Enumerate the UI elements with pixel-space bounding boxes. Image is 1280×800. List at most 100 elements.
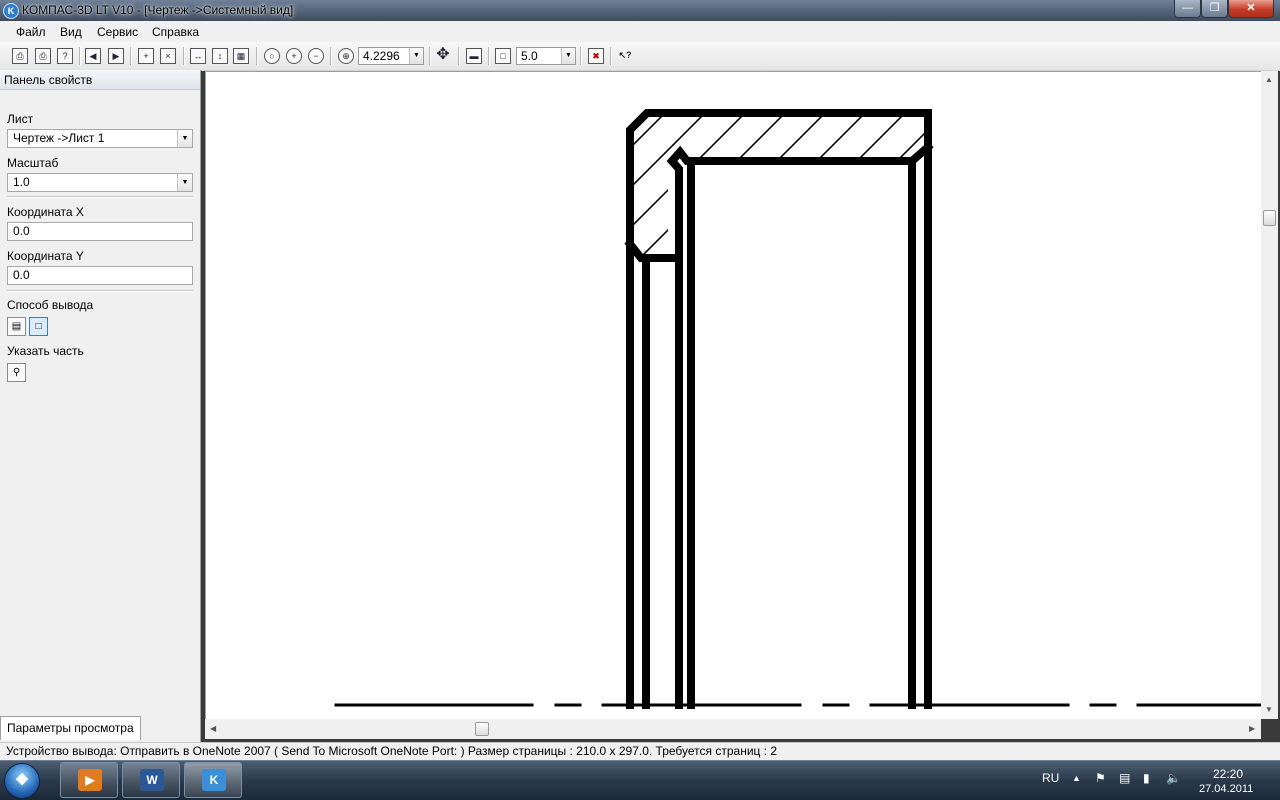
sheet-select[interactable]: Чертеж ->Лист 1 ▼ (7, 129, 193, 148)
toolbar-separator (256, 47, 258, 65)
minimize-button[interactable]: — (1174, 0, 1201, 18)
taskbar-kompas[interactable]: K (184, 762, 242, 798)
zoom-fit-icon[interactable]: ○ (264, 48, 280, 64)
scale-label: Масштаб (7, 156, 59, 170)
toolbar-separator (610, 47, 612, 65)
vertical-scrollbar[interactable]: ▲ ▼ (1261, 71, 1278, 719)
coord-y-value: 0.0 (13, 268, 30, 282)
select-part-label: Указать часть (7, 344, 84, 358)
status-bar: Устройство вывода: Отправить в OneNote 2… (0, 742, 1280, 760)
tab-view-parameters[interactable]: Параметры просмотра (0, 716, 141, 740)
toolbar: ⎙ ⎙ ? ◀ ▶ + × ↔ ↕ ▦ ○ + − ⊕ 4.2296 ▼ ✥ ▬… (0, 42, 1280, 71)
sheet-prev-icon[interactable]: ◀ (85, 48, 101, 64)
kompas-icon: K (202, 769, 226, 791)
drawing-canvas[interactable] (205, 71, 1261, 719)
taskbar-word[interactable]: W (122, 762, 180, 798)
sheet-next-icon[interactable]: ▶ (108, 48, 124, 64)
pan-icon[interactable]: ✥ (435, 47, 451, 64)
drawing-svg (334, 109, 1261, 709)
shoulder-edge (624, 238, 683, 262)
close-button[interactable]: ✕ (1228, 0, 1274, 18)
select-part-icon[interactable]: ⚲ (7, 363, 26, 382)
copy-sheet-icon[interactable]: + (138, 48, 154, 64)
show-hidden-icons-icon[interactable]: ▲ (1072, 773, 1081, 783)
step-combo[interactable]: 5.0 ▼ (516, 47, 576, 65)
scroll-left-icon[interactable]: ◀ (210, 724, 216, 733)
help-page-icon[interactable]: ? (57, 48, 73, 64)
maximize-button[interactable]: ❐ (1201, 0, 1228, 18)
print-preview-icon[interactable]: ⎙ (35, 48, 51, 64)
window-title: КОМПАС-3D LT V10 - [Чертеж ->Системный в… (22, 3, 294, 17)
zoom-out-icon[interactable]: − (308, 48, 324, 64)
menu-service[interactable]: Сервис (97, 25, 138, 39)
toolbar-separator (183, 47, 185, 65)
clock-date[interactable]: 27.04.2011 (1199, 783, 1253, 795)
power-icon[interactable]: ▮ (1143, 771, 1150, 785)
scroll-down-icon[interactable]: ▼ (1265, 705, 1273, 714)
horizontal-scroll-thumb[interactable] (475, 722, 489, 736)
print-icon[interactable]: ⎙ (12, 48, 28, 64)
fit-page-icon[interactable]: ▦ (233, 48, 249, 64)
chevron-down-icon[interactable]: ▼ (177, 174, 192, 191)
menu-file[interactable]: Файл (16, 25, 46, 39)
outer-contour (626, 109, 932, 709)
menu-help[interactable]: Справка (152, 25, 199, 39)
coord-x-label: Координата X (7, 205, 84, 219)
coord-x-input[interactable]: 0.0 (7, 222, 193, 241)
toolbar-separator (429, 47, 431, 65)
toolbar-separator (580, 47, 582, 65)
toolbar-separator (79, 47, 81, 65)
horizontal-scrollbar[interactable]: ◀ ▶ (205, 719, 1261, 739)
divider (7, 290, 193, 292)
coord-y-label: Координата Y (7, 249, 84, 263)
view-icon[interactable]: ▬ (466, 48, 482, 64)
panel-header: Панель свойств (0, 70, 200, 90)
fit-width-icon[interactable]: ↔ (190, 48, 206, 64)
menu-view[interactable]: Вид (60, 25, 82, 39)
chevron-down-icon[interactable]: ▼ (561, 48, 575, 64)
zoom-value: 4.2296 (363, 49, 400, 63)
scroll-right-icon[interactable]: ▶ (1249, 724, 1255, 733)
action-center-flag-icon[interactable]: ⚑ (1095, 771, 1106, 785)
zoom-combo[interactable]: 4.2296 ▼ (358, 47, 424, 65)
hatch-pattern (633, 117, 926, 261)
taskbar-media-player[interactable]: ▶ (60, 762, 118, 798)
toolbar-separator (330, 47, 332, 65)
toolbar-separator (488, 47, 490, 65)
app-icon: K (3, 3, 19, 19)
step-value: 5.0 (521, 49, 538, 63)
vertical-scroll-thumb[interactable] (1263, 210, 1276, 226)
scroll-up-icon[interactable]: ▲ (1265, 75, 1273, 84)
output-fit-page-icon[interactable]: ▤ (7, 317, 26, 336)
coord-y-input[interactable]: 0.0 (7, 266, 193, 285)
chevron-down-icon[interactable]: ▼ (177, 130, 192, 147)
clock-time[interactable]: 22:20 (1213, 767, 1243, 781)
fit-height-icon[interactable]: ↕ (212, 48, 228, 64)
chevron-down-icon[interactable]: ▼ (409, 48, 423, 64)
network-icon[interactable]: ▤ (1119, 771, 1130, 785)
properties-panel: Панель свойств Лист Чертеж ->Лист 1 ▼ Ма… (0, 70, 201, 742)
start-button[interactable]: ❖ (4, 763, 40, 799)
output-actual-size-icon[interactable]: □ (29, 317, 48, 336)
language-indicator[interactable]: RU (1042, 771, 1059, 785)
taskbar: ❖ ▶ W K RU ▲ ⚑ ▤ ▮ 🔈 22:20 27.04.2011 (0, 760, 1280, 800)
divider (7, 196, 193, 198)
close-preview-icon[interactable]: ✖ (588, 48, 604, 64)
delete-sheet-icon[interactable]: × (160, 48, 176, 64)
output-mode-label: Способ вывода (7, 298, 94, 312)
zoom-window-icon[interactable]: ⊕ (338, 48, 354, 64)
coord-x-value: 0.0 (13, 224, 30, 238)
sheet-value: Чертеж ->Лист 1 (13, 131, 105, 145)
zoom-in-icon[interactable]: + (286, 48, 302, 64)
volume-icon[interactable]: 🔈 (1166, 771, 1181, 785)
snap-step-icon[interactable]: □ (495, 48, 511, 64)
word-icon: W (140, 769, 164, 791)
context-help-icon[interactable]: ↖? (617, 48, 633, 64)
media-player-icon: ▶ (78, 769, 102, 791)
menu-bar: Файл Вид Сервис Справка (0, 21, 1280, 42)
sheet-label: Лист (7, 112, 34, 126)
scale-select[interactable]: 1.0 ▼ (7, 173, 193, 192)
title-bar: K КОМПАС-3D LT V10 - [Чертеж ->Системный… (0, 0, 1280, 21)
inner-lip-contour (666, 141, 934, 709)
toolbar-separator (458, 47, 460, 65)
